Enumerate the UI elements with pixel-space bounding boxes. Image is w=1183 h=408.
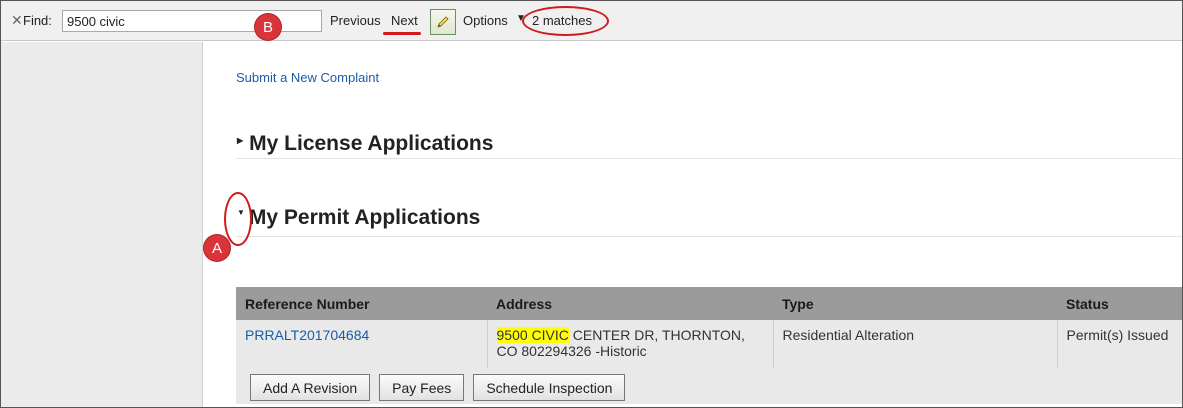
marker-a: A: [204, 235, 230, 261]
divider: [236, 236, 1182, 237]
divider: [236, 158, 1182, 159]
submit-complaint-link[interactable]: Submit a New Complaint: [236, 70, 379, 85]
find-label: Find:: [23, 13, 52, 28]
left-sidebar: [1, 42, 203, 407]
action-buttons: Add A Revision Pay Fees Schedule Inspect…: [236, 368, 1182, 404]
next-button[interactable]: Next: [391, 13, 418, 28]
pay-fees-button[interactable]: Pay Fees: [379, 374, 465, 401]
table-row: PRRALT201704684 9500 CIVIC CENTER DR, TH…: [236, 320, 1182, 368]
permit-applications-heading[interactable]: ▼ My Permit Applications: [237, 206, 480, 230]
license-heading-text: My License Applications: [249, 132, 494, 155]
next-underline-annotation: [383, 32, 421, 35]
address-cell: 9500 CIVIC CENTER DR, THORNTON, CO 80229…: [487, 320, 774, 368]
column-header-type: Type: [773, 287, 1057, 320]
reference-link[interactable]: PRRALT201704684: [245, 327, 369, 343]
table-header-row: Reference Number Address Type Status: [236, 287, 1182, 320]
pencil-icon: [437, 16, 449, 28]
find-input[interactable]: [62, 10, 322, 32]
caret-right-icon[interactable]: ▶: [237, 136, 243, 145]
permit-heading-text: My Permit Applications: [248, 206, 481, 229]
matches-ellipse-annotation: [522, 6, 609, 36]
column-header-address: Address: [487, 287, 773, 320]
reference-cell: PRRALT201704684: [236, 320, 488, 368]
permits-table: Reference Number Address Type Status PRR…: [236, 287, 1182, 404]
column-header-reference: Reference Number: [236, 287, 487, 320]
add-revision-button[interactable]: Add A Revision: [250, 374, 371, 401]
previous-button[interactable]: Previous: [330, 13, 381, 28]
caret-ellipse-annotation: [224, 192, 252, 246]
main-content: Submit a New Complaint ▶ My License Appli…: [204, 42, 1182, 407]
column-header-status: Status: [1057, 287, 1182, 320]
type-cell: Residential Alteration: [773, 320, 1058, 368]
license-applications-heading[interactable]: ▶ My License Applications: [237, 132, 493, 156]
marker-b: B: [255, 14, 281, 40]
status-cell: Permit(s) Issued: [1057, 320, 1182, 368]
options-menu[interactable]: Options: [463, 13, 508, 28]
schedule-inspection-button[interactable]: Schedule Inspection: [473, 374, 626, 401]
search-highlight: 9500 CIVIC: [496, 327, 569, 343]
close-icon[interactable]: ✕: [11, 12, 23, 29]
highlight-all-button[interactable]: [430, 9, 456, 35]
